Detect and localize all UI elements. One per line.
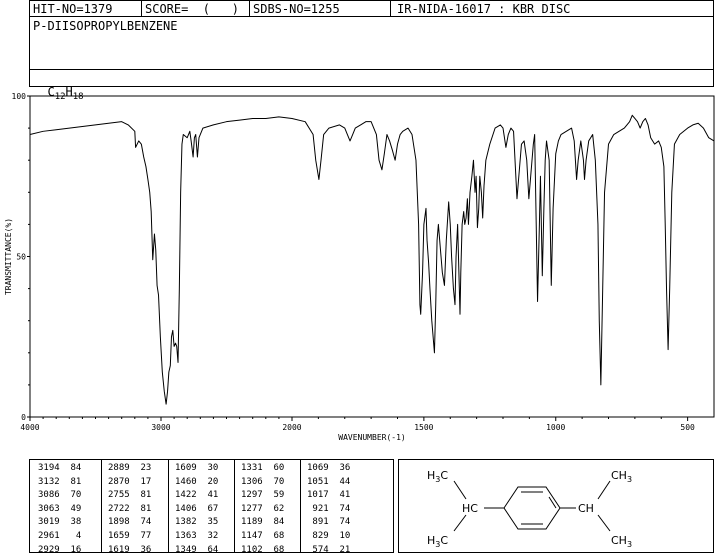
structure-ch3-bottom: CH3 xyxy=(611,534,632,549)
peak-entry: 1306 70 xyxy=(241,476,285,487)
peak-column-2: 2889 23 2870 17 2755 81 2722 81 1898 74 1659 … xyxy=(108,462,151,557)
peak-entry: 1331 60 xyxy=(241,463,285,473)
chart-series xyxy=(29,114,715,405)
peak-sep-1 xyxy=(101,459,102,553)
bond-top-right xyxy=(597,480,611,500)
peak-entry: 1017 41 xyxy=(307,490,351,501)
structure-ch-right: CH xyxy=(578,502,594,515)
peak-entry: 1382 35 xyxy=(175,517,219,528)
peak-entry: 1609 30 xyxy=(175,463,219,473)
spectrum-line xyxy=(29,114,715,405)
y-tick-label: 50 xyxy=(16,253,26,262)
peak-entry: 1102 68 xyxy=(241,544,285,555)
y-tick-label: 0 xyxy=(21,413,26,422)
peak-entry: 3132 81 xyxy=(38,476,82,487)
ir-spectrum-chart: 4000 3000 2000 1500 1000 500100500 WAVENUMBER… xyxy=(4,92,715,442)
peak-entry: 1406 67 xyxy=(175,503,219,514)
peak-column-4: 1331 60 1306 70 1297 59 1277 62 1189 84 1147 … xyxy=(241,462,284,557)
peak-entry: 2722 81 xyxy=(108,503,152,514)
peak-column-5: 1069 36 1051 44 1017 41 921 74 891 74 829 … xyxy=(307,462,350,557)
x-tick-label: 3000 xyxy=(151,423,170,432)
peak-entry: 891 74 xyxy=(307,517,351,528)
y-tick-label: 100 xyxy=(12,92,27,101)
peak-entry: 1069 36 xyxy=(307,463,351,473)
structure-hc-left: HC xyxy=(462,502,478,515)
x-tick-label: 2000 xyxy=(282,423,301,432)
peak-column-1: 3194 84 3132 81 3086 70 3063 49 3019 38 2961 … xyxy=(38,462,81,557)
peak-entry: 1422 41 xyxy=(175,490,219,501)
ring-inner-3 xyxy=(548,496,557,509)
bond-bottom-left xyxy=(453,514,467,532)
peak-entry: 1898 74 xyxy=(108,517,152,528)
chart-ticks: 4000 3000 2000 1500 1000 500100500 xyxy=(12,92,695,432)
x-tick-label: 500 xyxy=(680,423,695,432)
peak-entry: 829 10 xyxy=(307,530,351,541)
peak-entry: 921 74 xyxy=(307,503,351,514)
peak-entry: 2889 23 xyxy=(108,463,152,473)
peak-entry: 2929 16 xyxy=(38,544,82,555)
peak-entry: 3086 70 xyxy=(38,490,82,501)
peak-sep-3 xyxy=(234,459,235,553)
x-tick-label: 4000 xyxy=(20,423,39,432)
peak-entry: 2870 17 xyxy=(108,476,152,487)
peak-sep-2 xyxy=(168,459,169,553)
x-tick-label: 1500 xyxy=(414,423,433,432)
peak-column-3: 1609 30 1460 20 1422 41 1406 67 1382 35 1363 … xyxy=(175,462,218,557)
peak-entry: 1051 44 xyxy=(307,476,351,487)
structure-h3c-bottom: H3C xyxy=(427,534,448,549)
peak-entry: 1277 62 xyxy=(241,503,285,514)
structure-ch3-top: CH3 xyxy=(611,469,632,484)
structure-h3c-top: H3C xyxy=(427,469,448,484)
peak-entry: 1363 32 xyxy=(175,530,219,541)
peak-entry: 1460 20 xyxy=(175,476,219,487)
peak-entry: 574 21 xyxy=(307,544,351,555)
benzene-ring xyxy=(503,486,561,530)
bond-top-left xyxy=(453,480,467,500)
peak-entry: 1619 36 xyxy=(108,544,152,555)
peak-entry: 2755 81 xyxy=(108,490,152,501)
peak-entry: 3063 49 xyxy=(38,503,82,514)
peak-entry: 2961 4 xyxy=(38,530,82,541)
peak-entry: 1659 77 xyxy=(108,530,152,541)
peak-entry: 1147 68 xyxy=(241,530,285,541)
peak-entry: 1349 64 xyxy=(175,544,219,555)
peak-sep-4 xyxy=(300,459,301,553)
plot-frame xyxy=(29,95,715,418)
x-axis-label: WAVENUMBER(-1) xyxy=(338,433,405,442)
bond-bottom-right xyxy=(597,514,611,532)
x-tick-label: 1000 xyxy=(546,423,565,432)
peak-entry: 3019 38 xyxy=(38,517,82,528)
y-axis-label: TRANSMITTANCE(%) xyxy=(4,218,13,295)
peak-entry: 3194 84 xyxy=(38,463,82,473)
peak-entry: 1297 59 xyxy=(241,490,285,501)
chemical-structure: H3C HC H3C CH3 CH CH3 xyxy=(427,469,632,549)
chart-axes xyxy=(29,95,715,418)
peak-entry: 1189 84 xyxy=(241,517,285,528)
